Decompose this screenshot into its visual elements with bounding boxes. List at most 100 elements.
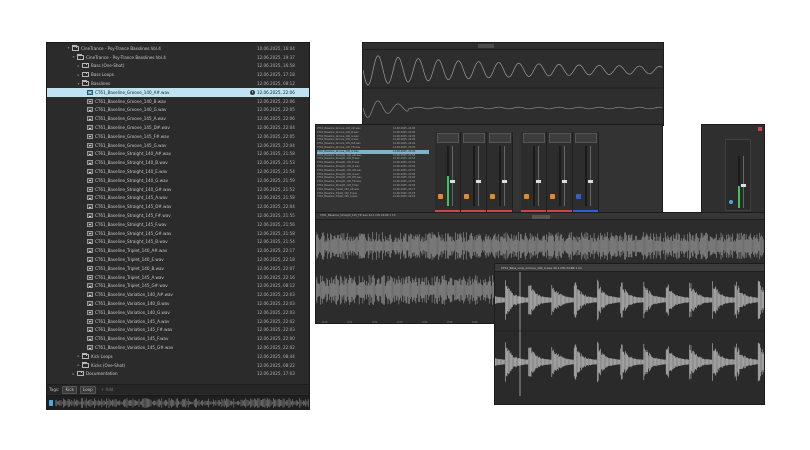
tree-file-row[interactable]: CT61_Baseline_Groove_145_F#.wav 12.06.202… (47, 132, 309, 141)
audio-file-icon (87, 248, 93, 254)
tree-file-row[interactable]: CT61_Baseline_Variation_145_F.wav 12.06.2… (47, 334, 309, 343)
channel-fader-knob[interactable] (536, 180, 541, 183)
channel-fader-knob[interactable] (476, 180, 481, 183)
tree-file-row[interactable]: CT61_Baseline_Variation_145_G#.wav 12.06.… (47, 343, 309, 352)
channel-button[interactable] (464, 194, 469, 199)
tag-chip-kick[interactable]: Kick (62, 385, 77, 394)
channel-header[interactable] (437, 133, 459, 143)
channel-header[interactable] (489, 133, 511, 143)
tree-item-name: CT61_Baseline_Straight_145_A.wav (95, 195, 168, 201)
tree-item-name: CT61_Baseline_Variation_145_F#.wav (95, 327, 173, 333)
tree-folder-row[interactable]: ▾ CineTrance - Psy-Trance Basslines Vol.4… (47, 53, 309, 62)
tree-folder-row[interactable]: ▾ CineTrance - Psy-Trance Basslines Vol.4… (47, 44, 309, 53)
tree-file-row[interactable]: CT61_Baseline_Groove_140_B.wav 12.06.2025… (47, 97, 309, 106)
preview-waveform[interactable] (47, 395, 309, 410)
audio-file-icon (87, 283, 93, 289)
tree-item-date: 12.06.2025, 19:37 (257, 54, 295, 60)
tree-item-date: 12.06.2025, 22:07 (257, 265, 295, 271)
tag-chip-loop[interactable]: Loop (79, 385, 96, 394)
close-icon[interactable] (758, 127, 762, 131)
waveform-editor-top[interactable] (362, 42, 664, 126)
tree-file-row[interactable]: CT61_Baseline_Triplet_140_E.wav 12.06.202… (47, 255, 309, 264)
tree-item-name: CT61_Baseline_Straight_140_A#.wav (95, 151, 172, 157)
tree-file-row[interactable]: CT61_Baseline_Straight_145_F.wav 12.06.20… (47, 220, 309, 229)
tree-item-name: CT61_Baseline_Groove_140_A#.wav (95, 89, 170, 95)
chevron-down-icon[interactable]: ▾ (76, 82, 81, 86)
chevron-right-icon[interactable]: ▸ (76, 64, 81, 68)
tree-file-row[interactable]: CT61_Baseline_Triplet_145_G#.wav 12.06.20… (47, 282, 309, 291)
channel-header[interactable] (463, 133, 485, 143)
tree-file-row[interactable]: CT61_Baseline_Groove_145_G.wav 12.06.2025… (47, 141, 309, 150)
mixer-file-row[interactable]: CT61_Baseline_Triplet_145_A.wav 12.06.202… (317, 195, 429, 199)
channel-header[interactable] (523, 133, 545, 143)
chevron-right-icon[interactable]: ▸ (71, 372, 76, 376)
tree-file-row[interactable]: CT61_Baseline_Triplet_140_A#.wav 12.06.20… (47, 246, 309, 255)
tree-item-date: 12.06.2025, 22:04 (257, 204, 295, 210)
channel-fader-knob[interactable] (450, 180, 455, 183)
tree-file-row[interactable]: CT61_Baseline_Straight_145_A.wav 12.06.20… (47, 194, 309, 203)
audio-file-icon (87, 107, 93, 113)
tree-folder-row[interactable]: ▸ Kick Loops 12.06.2025, 08:44 (47, 352, 309, 361)
channel-button[interactable] (490, 194, 495, 199)
channel-button[interactable] (438, 194, 443, 199)
tree-folder-row[interactable]: ▾ Basslines 12.06.2025, 08:12 (47, 79, 309, 88)
chevron-down-icon[interactable]: ▾ (66, 46, 71, 50)
tree-file-row[interactable]: CT61_Baseline_Straight_145_G#.wav 12.06.2… (47, 229, 309, 238)
tree-file-row[interactable]: CT61_Baseline_Triplet_140_B.wav 12.06.202… (47, 264, 309, 273)
channel-fader-knob[interactable] (502, 180, 507, 183)
tree-item-date: 12.06.2025, 16:58 (257, 63, 295, 69)
tree-item-name: CT61_Baseline_Groove_145_A.wav (95, 116, 166, 122)
chevron-right-icon[interactable]: ▸ (76, 363, 81, 367)
tree-file-row[interactable]: CT61_Baseline_Straight_140_B.wav 12.06.20… (47, 158, 309, 167)
tree-file-row[interactable]: CT61_Baseline_Variation_145_A.wav 12.06.2… (47, 317, 309, 326)
tree-file-row[interactable]: CT61_Baseline_Straight_140_A#.wav 12.06.2… (47, 150, 309, 159)
tree-file-row[interactable]: CT61_Baseline_Straight_140_G#.wav 12.06.2… (47, 185, 309, 194)
waveform-bottom-title: CT61_Bass_Loop_Groove_140_A.wav 44.1 kHz… (501, 266, 582, 270)
tree-folder-row[interactable]: ▸ Bass (One-Shot) 12.06.2025, 16:58 (47, 62, 309, 71)
tree-file-row[interactable]: CT61_Baseline_Straight_140_G.wav 12.06.20… (47, 176, 309, 185)
play-preview-icon[interactable]: ⏵ (250, 89, 255, 95)
waveform-mid-tab[interactable]: CT61_Baseline_Straight_145_F#.wav 44.1 k… (320, 214, 395, 217)
tree-item-date: 12.06.2025, 21:55 (257, 213, 295, 219)
tree-file-row[interactable]: CT61_Baseline_Variation_145_F#.wav 12.06.… (47, 326, 309, 335)
channel-fader-knob[interactable] (562, 180, 567, 183)
audio-file-icon (87, 309, 93, 315)
master-fader-knob[interactable] (741, 184, 746, 187)
chevron-right-icon[interactable]: ▸ (76, 73, 81, 77)
tree-item-date: 12.06.2025, 08:12 (257, 283, 295, 289)
channel-fader-knob[interactable] (588, 180, 593, 183)
tree-file-row[interactable]: CT61_Baseline_Groove_145_D#.wav 12.06.202… (47, 123, 309, 132)
tree-file-row[interactable]: CT61_Baseline_Straight_140_E.wav 12.06.20… (47, 167, 309, 176)
tree-file-row[interactable]: CT61_Baseline_Variation_140_A#.wav 12.06.… (47, 290, 309, 299)
audio-file-icon (87, 274, 93, 280)
tree-file-row[interactable]: CT61_Baseline_Groove_145_A.wav 12.06.2025… (47, 114, 309, 123)
tree-file-row[interactable]: CT61_Baseline_Straight_145_F#.wav 12.06.2… (47, 211, 309, 220)
master-meter (738, 186, 740, 208)
channel-button[interactable] (576, 194, 581, 199)
chevron-down-icon[interactable]: ▾ (71, 55, 76, 59)
channel-header[interactable] (575, 133, 597, 143)
master-button[interactable] (729, 200, 733, 204)
channel-header[interactable] (549, 133, 571, 143)
tree-folder-row[interactable]: ▸ Documentation 12.06.2025, 17:03 (47, 370, 309, 379)
tree-file-row[interactable]: CT61_Baseline_Groove_140_G.wav 12.06.2025… (47, 106, 309, 115)
tree-item-date: 12.06.2025, 22:16 (257, 274, 295, 280)
tree-folder-row[interactable]: ▸ Bass Loops 12.06.2025, 17:18 (47, 70, 309, 79)
tree-file-row[interactable]: CT61_Baseline_Straight_145_B.wav 12.06.20… (47, 238, 309, 247)
play-icon[interactable] (49, 400, 53, 406)
channel-button[interactable] (550, 194, 555, 199)
chevron-right-icon[interactable]: ▸ (76, 354, 81, 358)
tree-file-row[interactable]: CT61_Baseline_Triplet_145_A.wav 12.06.202… (47, 273, 309, 282)
tree-item-date: 12.06.2025, 21:59 (257, 177, 295, 183)
waveform-bottom-svg (495, 272, 764, 396)
tree-folder-row[interactable]: ▸ Kicks (One-Shot) 12.06.2025, 08:22 (47, 361, 309, 370)
folder-icon (82, 362, 89, 368)
add-tag-button[interactable]: + Add (99, 387, 116, 392)
tree-file-row[interactable]: CT61_Baseline_Variation_140_G.wav 12.06.2… (47, 308, 309, 317)
channel-fader-track (564, 146, 565, 206)
channel-button[interactable] (524, 194, 529, 199)
tree-file-row[interactable]: CT61_Baseline_Straight_145_D#.wav 12.06.2… (47, 202, 309, 211)
tree-file-row[interactable]: CT61_Baseline_Variation_140_B.wav 12.06.2… (47, 299, 309, 308)
waveform-editor-bottom[interactable]: CT61_Bass_Loop_Groove_140_A.wav 44.1 kHz… (494, 263, 765, 405)
tree-file-row[interactable]: CT61_Baseline_Groove_140_A#.wav ⏵ 12.06.20… (47, 88, 309, 97)
